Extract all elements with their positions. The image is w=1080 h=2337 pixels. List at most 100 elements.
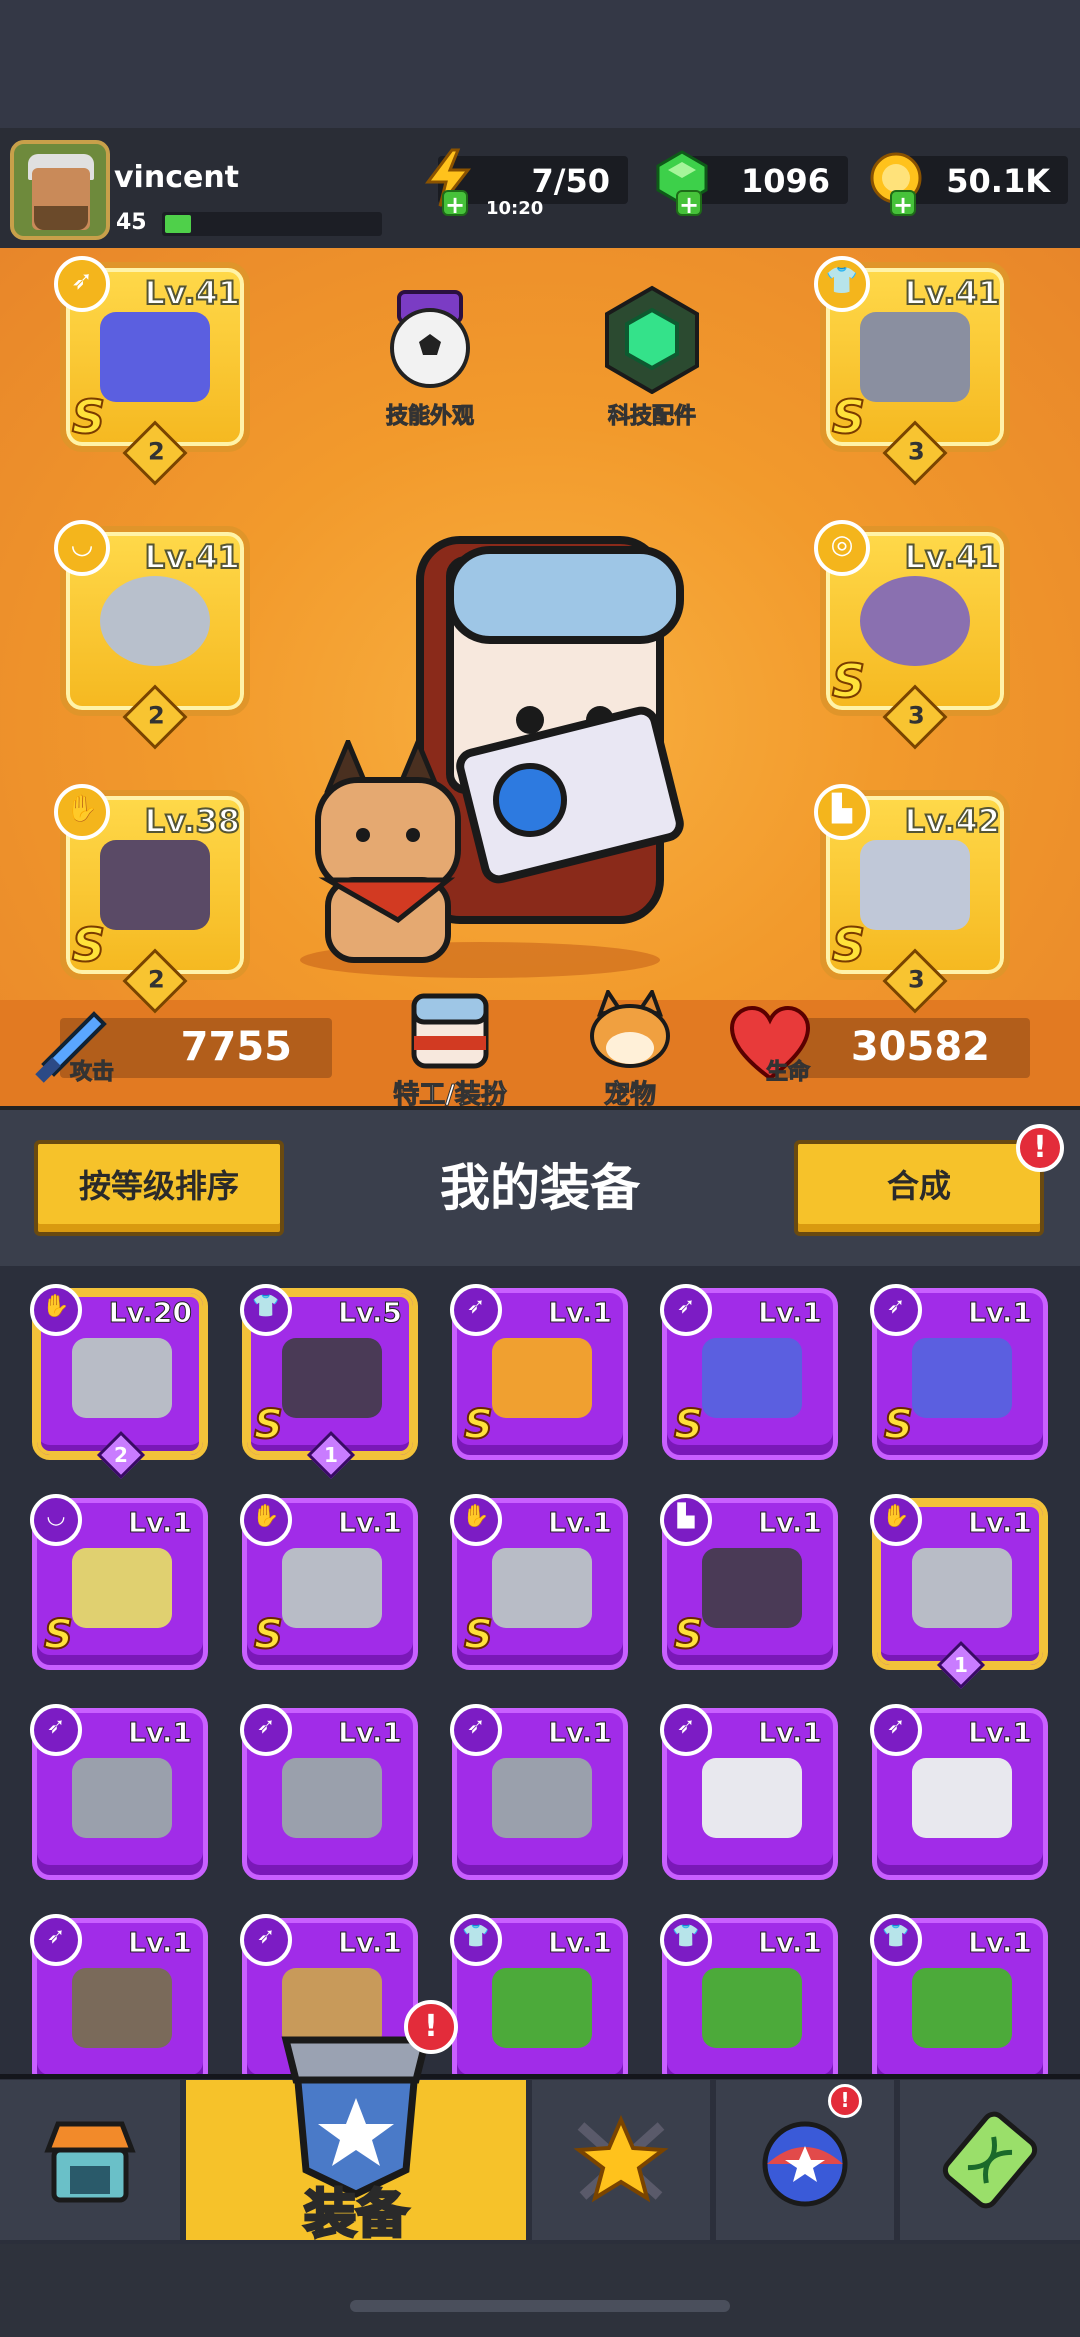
hp-value: 30582 <box>850 1024 990 1070</box>
spiked-collar-icon <box>100 576 210 666</box>
player-level: 45 <box>116 210 147 235</box>
inventory-item[interactable]: ➶ Lv.1 S <box>660 1284 842 1468</box>
nav-equipment[interactable]: 装备 <box>186 2036 526 2247</box>
necklace-type-icon: ◡ <box>54 520 110 576</box>
item-level: Lv.1 <box>968 1926 1033 1960</box>
item-rank: S <box>673 1611 704 1659</box>
slot-level: Lv.38 <box>144 801 241 841</box>
item-level: Lv.1 <box>128 1716 193 1750</box>
boot-icon <box>860 840 970 930</box>
inventory-item[interactable]: ➶ Lv.1 <box>660 1704 842 1888</box>
slot-rank: S <box>831 653 866 709</box>
merge-alert-badge: ! <box>1016 1124 1064 1172</box>
agent-outfit-button[interactable]: 特工/装扮 <box>380 990 520 1111</box>
soccer-ball-icon <box>390 290 470 388</box>
equip-slot-necklace[interactable]: ◡ Lv.41 2 <box>50 516 260 750</box>
add-coins-button[interactable]: + <box>890 190 916 218</box>
item-type-icon: ▙ <box>660 1494 712 1546</box>
merge-button[interactable]: 合成 <box>794 1140 1044 1236</box>
item-level: Lv.1 <box>338 1926 403 1960</box>
leaf-armor-icon <box>702 1968 802 2048</box>
tech-parts-label: 科技配件 <box>607 404 696 430</box>
inventory-item[interactable]: ➶ Lv.1 <box>30 1704 212 1888</box>
sort-by-level-button[interactable]: 按等级排序 <box>34 1140 284 1236</box>
item-type-icon: ✋ <box>870 1494 922 1546</box>
inventory-item[interactable]: ▙ Lv.1 S <box>660 1494 842 1678</box>
skill-skin-button[interactable]: 技能外观 <box>360 284 500 430</box>
flame-sword-icon <box>492 1338 592 1418</box>
slot-level: Lv.42 <box>904 801 1001 841</box>
item-rank: S <box>673 1401 704 1449</box>
item-type-icon: 👕 <box>240 1284 292 1336</box>
add-gems-button[interactable]: + <box>676 190 702 218</box>
slot-level: Lv.41 <box>144 273 241 313</box>
kunai-icon <box>282 1758 382 1838</box>
inventory-item[interactable]: 👕 Lv.5 S 1 <box>240 1284 422 1480</box>
item-level: Lv.1 <box>548 1506 613 1540</box>
inventory-item[interactable]: ✋ Lv.1 S <box>240 1494 422 1678</box>
nav-equipment-label: 装备 <box>302 2184 409 2247</box>
inventory-grid: ✋ Lv.20 2 👕 Lv.5 S 1 ➶ Lv.1 S ➶ Lv.1 S ➶ Lv.1 S ◡ Lv.1 S ✋ L… <box>0 1266 1080 2074</box>
inventory-item[interactable]: 👕 Lv.1 <box>660 1914 842 2074</box>
item-level: Lv.1 <box>758 1926 823 1960</box>
star-crossed-swords-icon <box>573 2114 669 2203</box>
item-level: Lv.1 <box>968 1506 1033 1540</box>
item-level: Lv.1 <box>548 1926 613 1960</box>
equip-slot-weapon[interactable]: ➶ Lv.41 S 2 <box>50 252 260 486</box>
inventory-item[interactable]: ➶ Lv.1 <box>240 1704 422 1888</box>
tech-parts-button[interactable]: 科技配件 <box>582 284 722 430</box>
item-rank: S <box>253 1401 284 1449</box>
coins-value: 50.1K <box>946 162 1050 200</box>
inventory-title: 我的装备 <box>440 1159 640 1217</box>
gloves-type-icon: ✋ <box>54 784 110 840</box>
inventory-item[interactable]: ✋ Lv.20 2 <box>30 1284 212 1480</box>
inventory-item[interactable]: ➶ Lv.1 <box>870 1704 1052 1888</box>
weapon-type-icon: ➶ <box>54 256 110 312</box>
equip-slot-belt[interactable]: ◎ Lv.41 S 3 <box>810 516 1020 750</box>
energy-timer: 10:20 <box>486 198 544 219</box>
item-level: Lv.1 <box>548 1296 613 1330</box>
status-bar-area <box>0 0 1080 128</box>
inventory-item[interactable]: ◡ Lv.1 S <box>30 1494 212 1678</box>
item-type-icon: 👕 <box>870 1914 922 1966</box>
item-level: Lv.1 <box>338 1506 403 1540</box>
nav-missions[interactable] <box>532 2080 710 2240</box>
nav-gene[interactable] <box>900 2080 1080 2240</box>
item-level: Lv.1 <box>968 1296 1033 1330</box>
nav-shop[interactable] <box>0 2080 180 2240</box>
player-name: vincent <box>114 160 240 195</box>
belt-type-icon: ◎ <box>814 520 870 576</box>
pet-button[interactable]: 宠物 <box>570 987 690 1111</box>
star-ball-icon <box>762 2121 848 2207</box>
pet-dog <box>315 740 461 963</box>
item-type-icon: ✋ <box>450 1494 502 1546</box>
add-energy-button[interactable]: + <box>442 190 468 218</box>
inventory-item[interactable]: ➶ Lv.1 S <box>450 1284 632 1468</box>
inventory-item[interactable]: ➶ Lv.1 S <box>870 1284 1052 1468</box>
inventory-item[interactable]: 👕 Lv.1 <box>450 1914 632 2074</box>
inventory-item[interactable]: ➶ Lv.1 <box>450 1704 632 1888</box>
slot-rank: S <box>71 389 106 445</box>
inventory-item[interactable]: ✋ Lv.1 S <box>450 1494 632 1678</box>
gem-ring-icon <box>860 576 970 666</box>
nav-events[interactable] <box>716 2080 894 2240</box>
item-rank: S <box>883 1401 914 1449</box>
gauntlet-icon <box>72 1338 172 1418</box>
inventory-item[interactable]: ➶ Lv.1 <box>30 1914 212 2074</box>
item-level: Lv.1 <box>758 1506 823 1540</box>
inventory-item[interactable]: ✋ Lv.1 1 <box>870 1494 1052 1690</box>
gauntlet-icon <box>492 1548 592 1628</box>
hp-label: 生命 <box>765 1060 811 1086</box>
home-indicator <box>350 2300 730 2312</box>
blaster-gun-icon <box>702 1338 802 1418</box>
equip-slot-gloves[interactable]: ✋ Lv.38 S 2 <box>50 780 260 1014</box>
player-avatar[interactable] <box>10 140 110 240</box>
inventory-item[interactable]: 👕 Lv.1 <box>870 1914 1052 2074</box>
item-level: Lv.1 <box>968 1716 1033 1750</box>
item-rank: S <box>463 1401 494 1449</box>
hexagon-chip-icon <box>605 285 699 395</box>
leaf-armor-icon <box>492 1968 592 2048</box>
item-level: Lv.1 <box>758 1296 823 1330</box>
equip-slot-armor[interactable]: 👕 Lv.41 S 3 <box>810 252 1020 486</box>
equip-slot-boots[interactable]: ▙ Lv.42 S 3 <box>810 780 1020 1014</box>
